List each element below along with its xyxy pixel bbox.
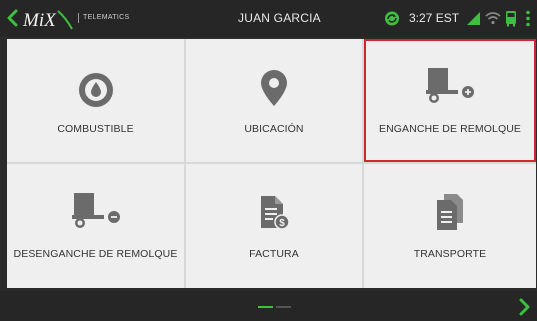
tile-factura[interactable]: $ FACTURA	[186, 164, 362, 288]
logo-subtitle: TELEMATICS	[78, 13, 129, 23]
location-pin-icon	[261, 70, 287, 106]
wifi-icon	[485, 12, 501, 25]
bus-icon	[506, 11, 516, 27]
tile-label: DESENGANCHE DE REMOLQUE	[13, 248, 178, 260]
mix-logo: MiX	[22, 10, 73, 31]
back-chevron-icon[interactable]	[6, 9, 20, 27]
fuel-drop-icon	[78, 73, 113, 107]
sync-icon	[385, 11, 399, 26]
more-vert-icon[interactable]	[525, 10, 531, 27]
signal-icon	[467, 12, 480, 25]
trailer-hitch-icon	[426, 68, 474, 103]
tile-transporte[interactable]: TRANSPORTE	[364, 164, 536, 288]
next-chevron-icon[interactable]	[517, 298, 531, 316]
tile-label: ENGANCHE DE REMOLQUE	[378, 123, 522, 135]
invoice-icon: $	[261, 196, 290, 230]
tile-ubicacion[interactable]: UBICACIÓN	[186, 39, 362, 162]
tile-combustible[interactable]: COMBUSTIBLE	[7, 39, 184, 162]
status-time: 3:27 EST	[409, 11, 460, 25]
svg-text:$: $	[279, 218, 285, 229]
documents-icon	[437, 194, 463, 230]
tile-enganche-de-remolque[interactable]: ENGANCHE DE REMOLQUE	[364, 39, 536, 162]
bottom-bar	[0, 291, 537, 321]
user-name: JUAN GARCIA	[238, 11, 321, 25]
page-indicator-active	[258, 306, 273, 308]
screen: MiX TELEMATICS JUAN GARCIA 3:27 EST COMB…	[0, 0, 537, 321]
tile-label: TRANSPORTE	[413, 248, 487, 260]
tile-label: COMBUSTIBLE	[57, 123, 134, 135]
tile-label: UBICACIÓN	[244, 123, 304, 135]
top-bar: MiX TELEMATICS JUAN GARCIA 3:27 EST	[0, 0, 537, 37]
trailer-unhitch-icon	[71, 193, 120, 228]
action-grid: COMBUSTIBLE UBICACIÓN ENGANCHE DE REMOLQ…	[7, 39, 536, 288]
tile-desenganche-de-remolque[interactable]: DESENGANCHE DE REMOLQUE	[7, 164, 184, 288]
page-indicator	[276, 306, 291, 308]
tile-label: FACTURA	[249, 248, 299, 260]
logo-text: MiX	[22, 10, 57, 31]
